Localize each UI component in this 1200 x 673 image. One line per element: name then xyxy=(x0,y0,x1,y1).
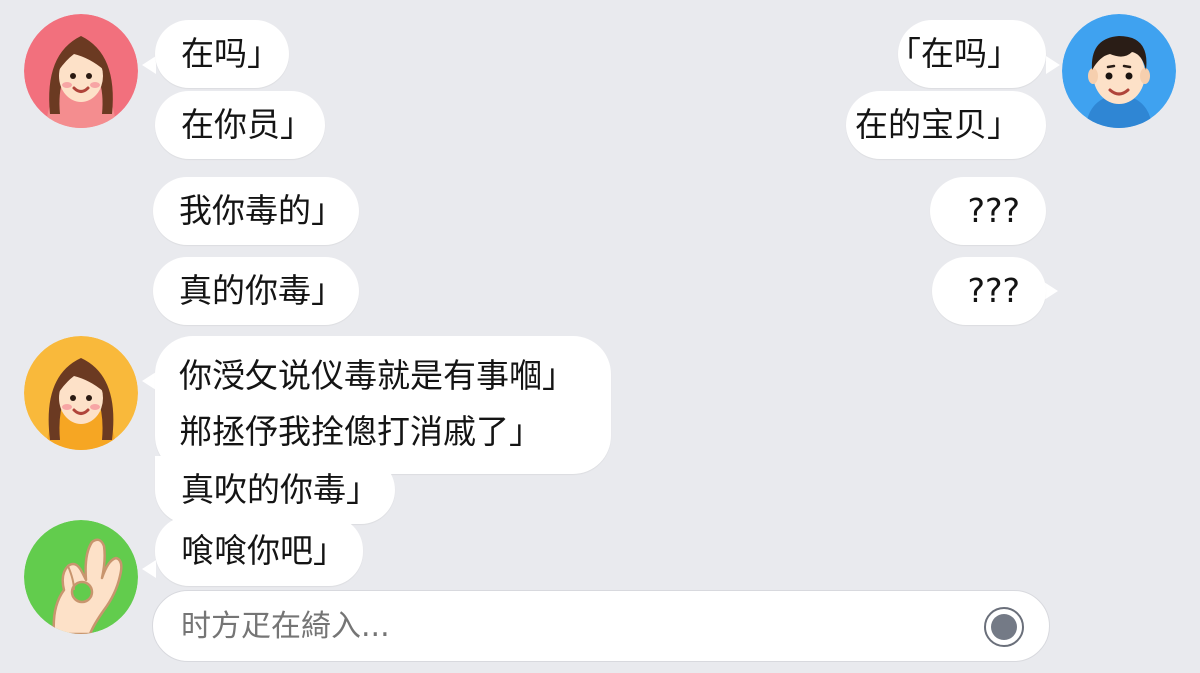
message-bubble-incoming[interactable]: 真吹的你毒」 xyxy=(155,456,395,524)
girl-avatar-icon[interactable] xyxy=(24,14,138,128)
message-text: 在的宝贝」 xyxy=(855,105,1020,144)
message-text: 在你员」 xyxy=(181,105,313,144)
bubble-tail xyxy=(142,372,156,390)
message-text: 喰喰你吧」 xyxy=(181,531,346,570)
message-text: 真吹的你毒」 xyxy=(181,470,379,509)
send-button[interactable] xyxy=(984,607,1024,647)
message-bubble-incoming[interactable]: 喰喰你吧」 xyxy=(155,516,363,586)
message-bubble-outgoing[interactable]: ??? xyxy=(932,257,1046,325)
message-line: 郱拯伃我拴傯打消戚了」 xyxy=(179,412,542,451)
message-bubble-incoming[interactable]: 在吗」 xyxy=(155,20,289,88)
girl-avatar-icon[interactable] xyxy=(24,336,138,450)
bubble-tail xyxy=(142,56,156,74)
message-bubble-incoming[interactable]: 真的你毒」 xyxy=(153,257,359,325)
message-bubble-outgoing[interactable]: ??? xyxy=(930,177,1046,245)
message-text: 「在吗」 xyxy=(888,34,1020,73)
message-text: ??? xyxy=(967,271,1020,310)
message-text: 我你毒的」 xyxy=(179,191,344,230)
message-bubble-outgoing[interactable]: 「在吗」 xyxy=(888,20,1046,88)
message-text: ??? xyxy=(967,191,1020,230)
message-input-bar xyxy=(152,590,1050,663)
message-text: 在吗」 xyxy=(181,34,280,73)
message-text: 真的你毒」 xyxy=(179,271,344,310)
bubble-tail xyxy=(142,560,156,578)
record-dot-icon xyxy=(991,614,1017,640)
message-bubble-incoming[interactable]: 我你毒的」 xyxy=(153,177,359,245)
ok-hand-icon[interactable] xyxy=(24,520,138,634)
message-line: 你涭攵说仪毒就是有事嗰」 xyxy=(179,356,575,395)
bubble-tail xyxy=(1044,282,1058,300)
message-bubble-outgoing[interactable]: 在的宝贝」 xyxy=(846,91,1046,159)
message-bubble-incoming[interactable]: 在你员」 xyxy=(155,91,325,159)
bubble-tail xyxy=(1046,56,1060,74)
boy-avatar-icon[interactable] xyxy=(1062,14,1176,128)
message-bubble-incoming[interactable]: 你涭攵说仪毒就是有事嗰」 郱拯伃我拴傯打消戚了」 xyxy=(155,336,611,474)
chat-screen: 在吗」 在你员」 我你毒的」 真的你毒」 「在吗」 在的宝贝」 ??? ??? … xyxy=(0,0,1200,673)
message-input[interactable] xyxy=(179,591,943,663)
